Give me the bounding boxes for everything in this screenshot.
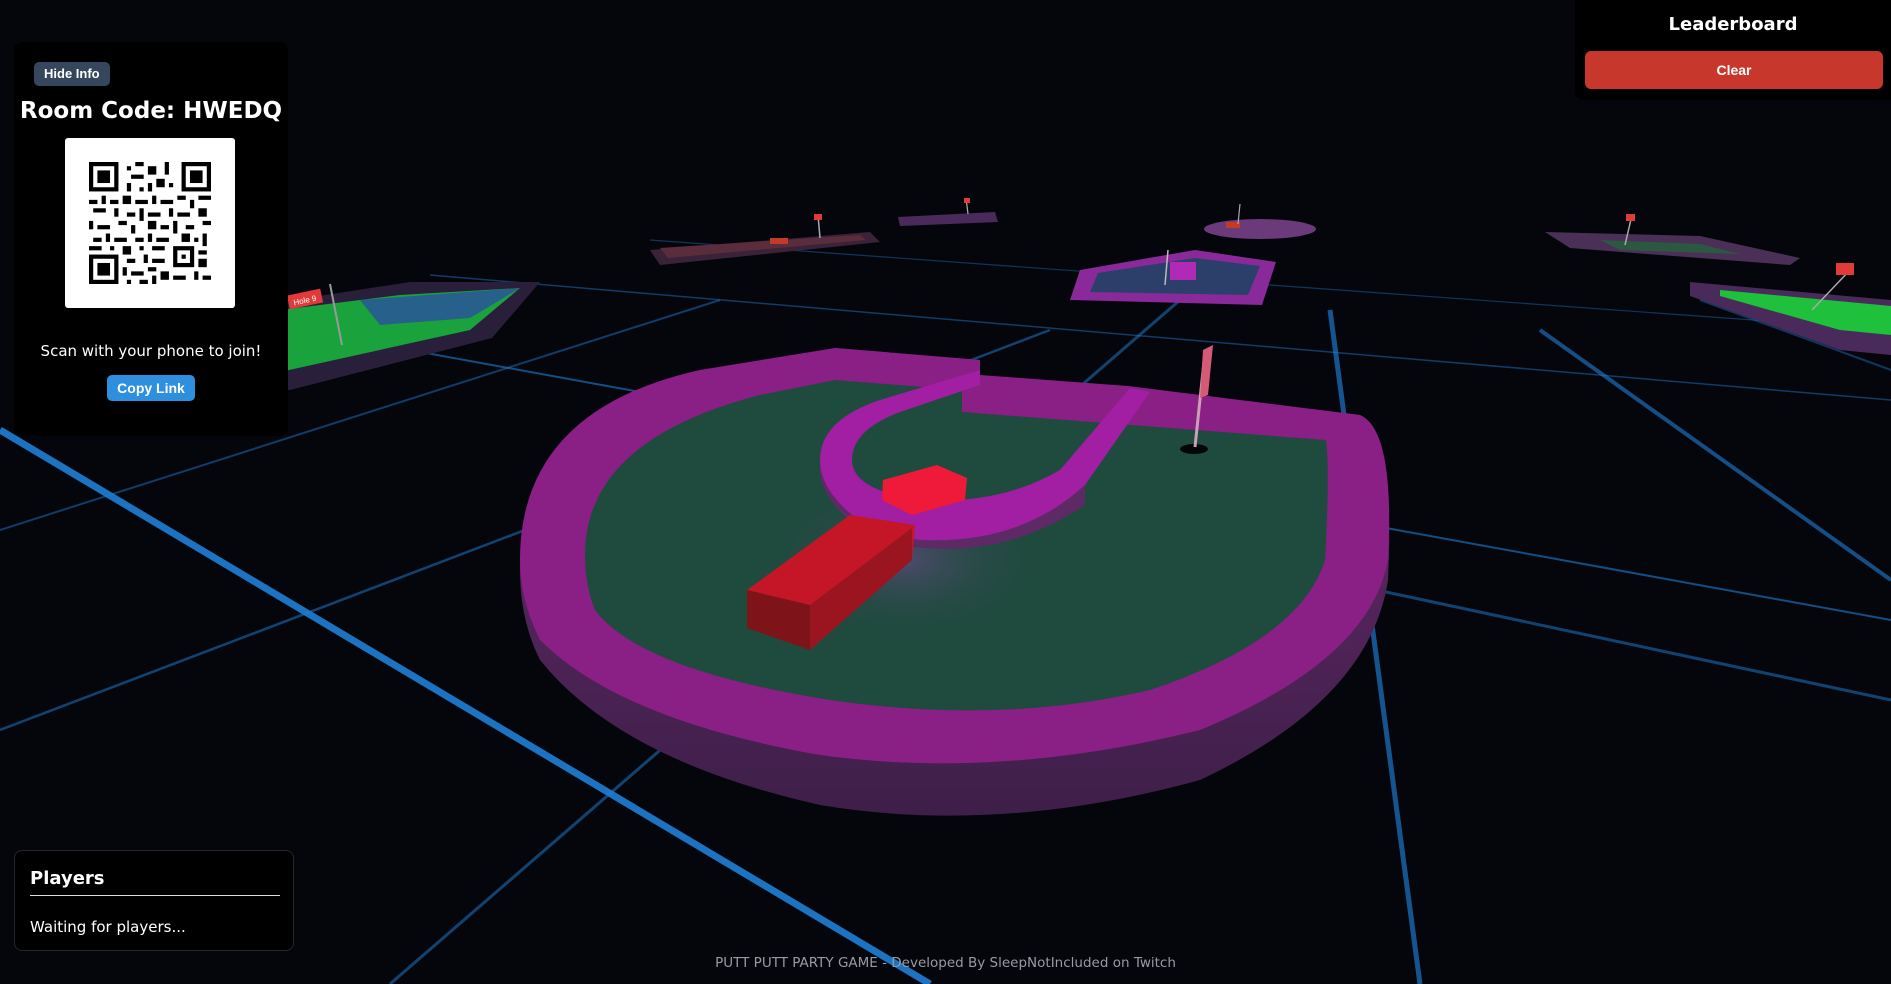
room-code: Room Code: HWEDQ — [19, 98, 283, 124]
scan-instruction: Scan with your phone to join! — [40, 342, 262, 360]
hide-info-button[interactable]: Hide Info — [34, 62, 110, 86]
leaderboard-panel: Leaderboard Clear — [1575, 0, 1891, 100]
course-hole-main — [520, 345, 1390, 816]
course-hole-4 — [1204, 203, 1316, 239]
players-status: Waiting for players... — [30, 918, 186, 936]
clear-leaderboard-button[interactable]: Clear — [1585, 51, 1883, 89]
players-panel: Players Waiting for players... — [14, 850, 294, 951]
copy-link-button[interactable]: Copy Link — [107, 375, 195, 401]
qr-code-icon — [65, 138, 235, 308]
room-info-panel: Hide Info Room Code: HWEDQ Scan with you… — [14, 42, 288, 436]
leaderboard-title: Leaderboard — [1668, 14, 1798, 35]
course-hole-5 — [1070, 249, 1276, 305]
players-title: Players — [30, 868, 105, 889]
course-hole-2 — [650, 214, 880, 265]
players-divider — [30, 895, 280, 896]
course-hole-6 — [1545, 214, 1800, 265]
course-hole-3 — [898, 197, 998, 226]
course-hole-7 — [1690, 263, 1891, 355]
footer-credit: PUTT PUTT PARTY GAME - Developed By Slee… — [715, 955, 1176, 971]
